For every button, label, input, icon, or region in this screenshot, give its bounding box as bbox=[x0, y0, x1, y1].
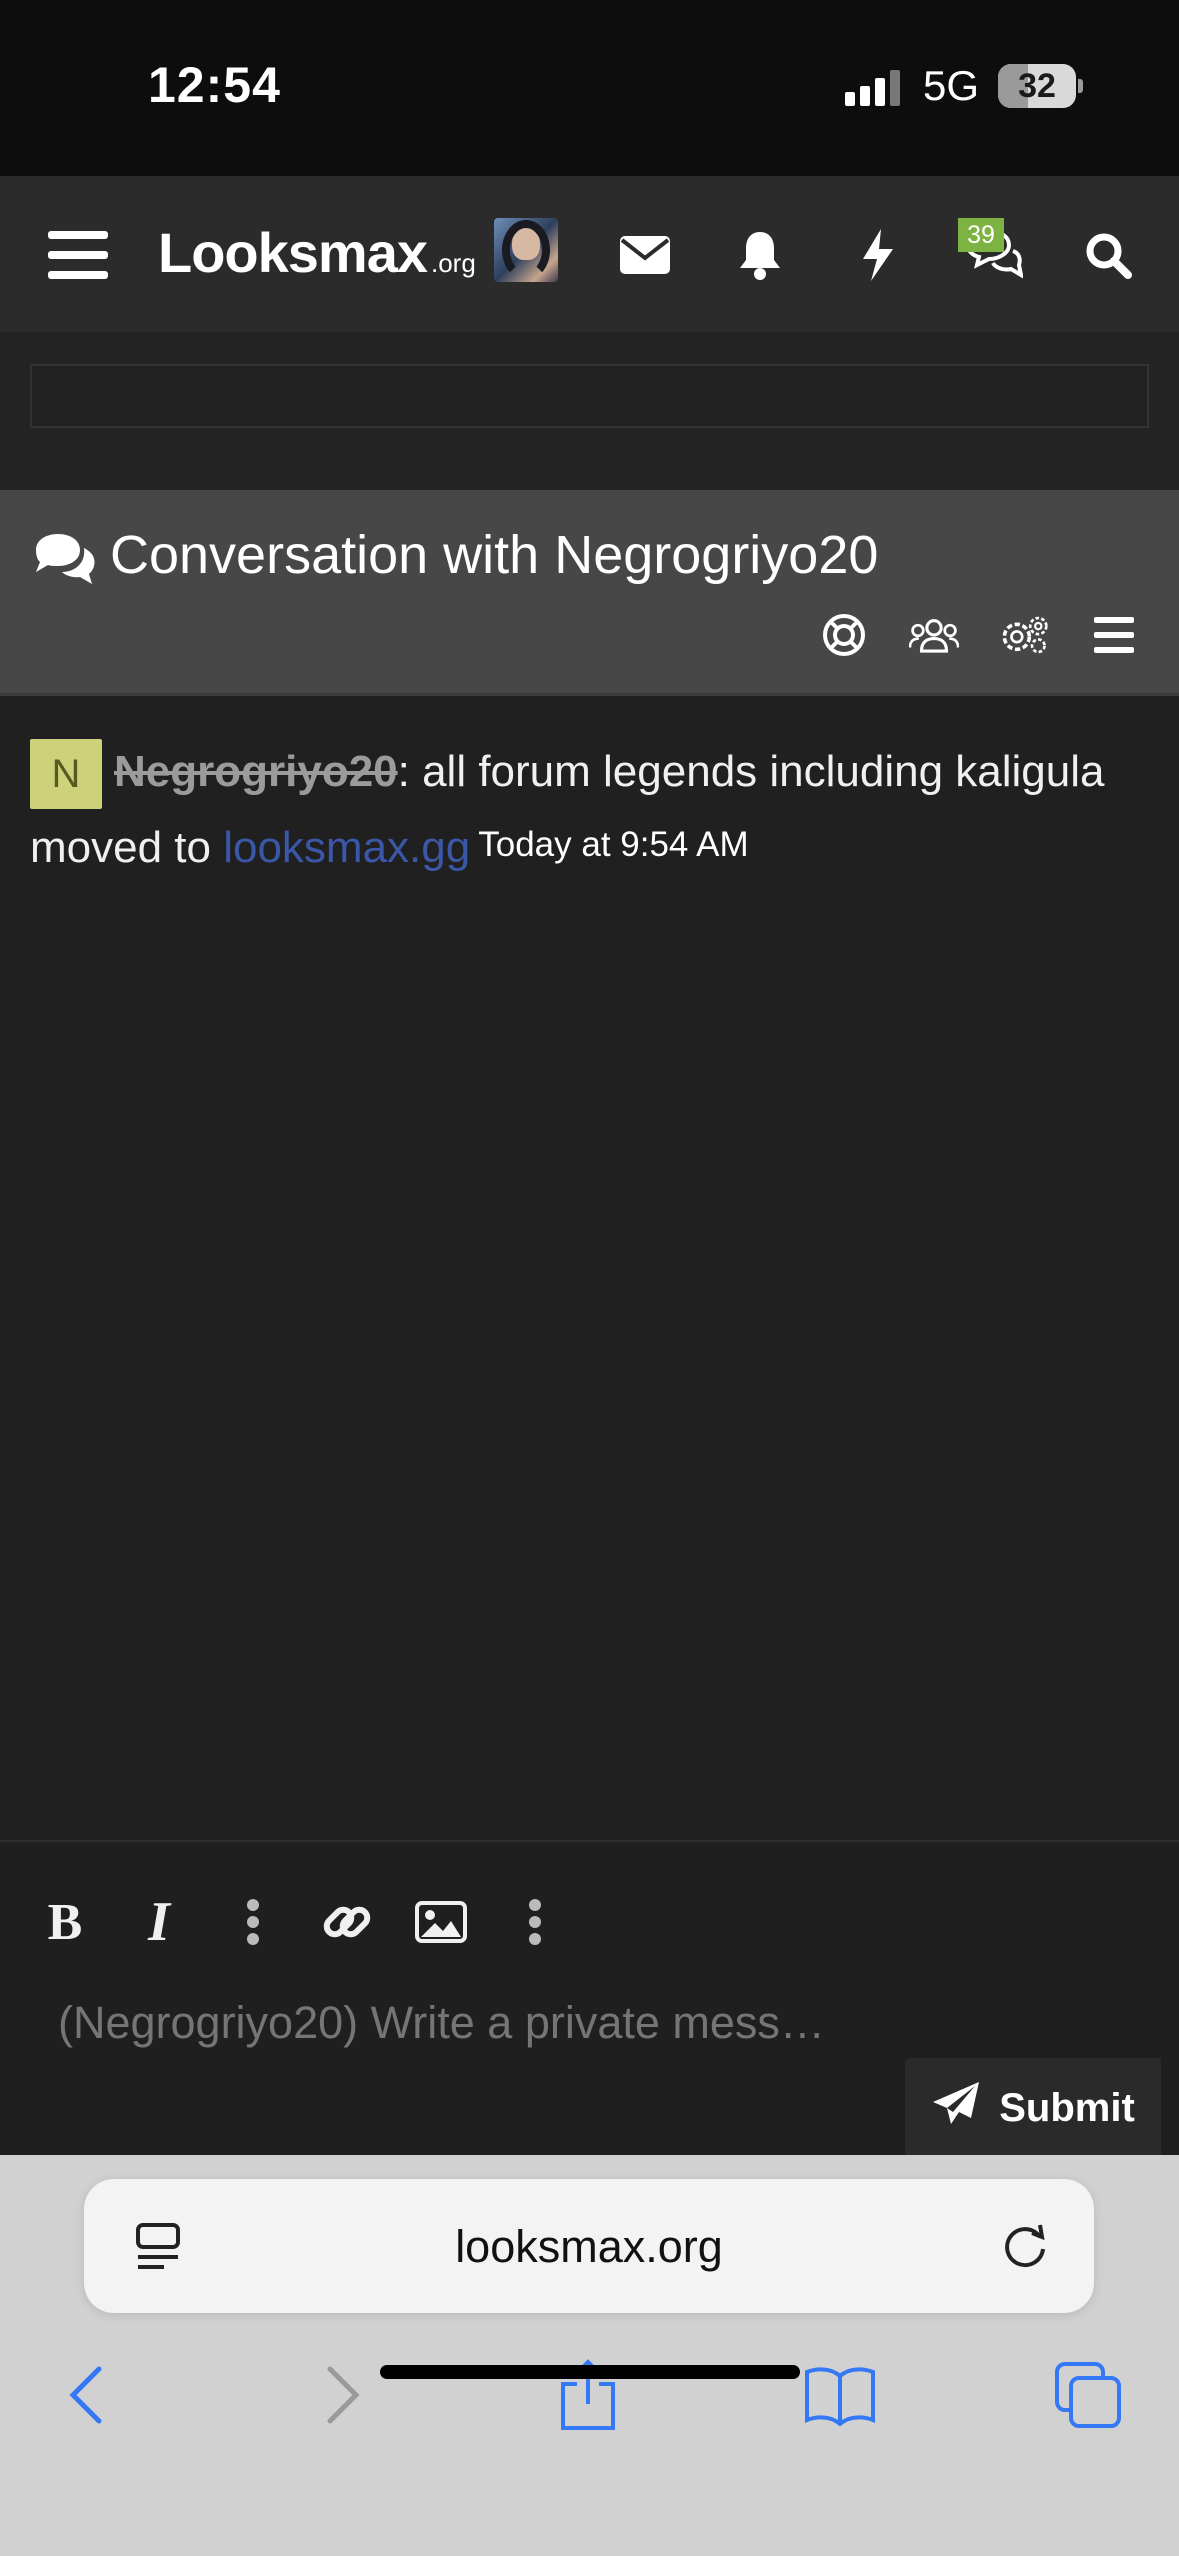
status-time: 12:54 bbox=[148, 57, 281, 113]
site-logo[interactable]: Looksmax .org bbox=[158, 220, 476, 290]
message-editor: B I Submit bbox=[0, 1840, 1179, 2158]
more-insert-options-icon[interactable] bbox=[500, 1887, 570, 1957]
page-title: Conversation with Negrogriyo20 bbox=[110, 525, 879, 585]
back-icon[interactable] bbox=[42, 2350, 132, 2440]
image-icon[interactable] bbox=[406, 1887, 476, 1957]
message-input[interactable] bbox=[58, 1997, 1118, 2049]
search-icon[interactable] bbox=[1075, 176, 1141, 334]
gears-icon[interactable] bbox=[999, 610, 1049, 660]
message-list: N Negrogriyo20: all forum legends includi… bbox=[0, 696, 1179, 1840]
url-text: looksmax.org bbox=[455, 2221, 723, 2272]
notice-area bbox=[0, 334, 1179, 490]
bell-icon[interactable] bbox=[730, 176, 790, 334]
users-icon[interactable] bbox=[909, 610, 959, 660]
address-bar[interactable]: looksmax.org bbox=[84, 2179, 1094, 2313]
message-time: Today at 9:54 AM bbox=[478, 825, 749, 865]
network-type: 5G bbox=[923, 62, 980, 109]
paper-plane-icon bbox=[931, 2080, 981, 2136]
tabs-icon[interactable] bbox=[1043, 2350, 1133, 2440]
link-icon[interactable] bbox=[312, 1887, 382, 1957]
battery-cap bbox=[1078, 79, 1083, 93]
message-avatar[interactable]: N bbox=[30, 739, 102, 810]
message-link[interactable]: looksmax.gg bbox=[223, 823, 470, 872]
chat-icon[interactable] bbox=[955, 176, 1027, 334]
logo-suffix: .org bbox=[431, 248, 476, 278]
bold-button[interactable]: B bbox=[30, 1887, 100, 1957]
signal-icon bbox=[845, 70, 905, 106]
envelope-icon[interactable] bbox=[615, 176, 675, 334]
more-text-options-icon[interactable] bbox=[218, 1887, 288, 1957]
editor-toolbar: B I bbox=[30, 1882, 594, 1962]
list-icon[interactable] bbox=[1089, 610, 1139, 660]
italic-button[interactable]: I bbox=[124, 1887, 194, 1957]
battery-icon: 32 bbox=[998, 64, 1076, 108]
conversation-header: Conversation with Negrogriyo20 bbox=[0, 490, 1179, 696]
reload-icon[interactable] bbox=[998, 2219, 1052, 2273]
message-item: N Negrogriyo20: all forum legends includi… bbox=[30, 736, 1150, 884]
logo-main: Looksmax bbox=[158, 221, 428, 284]
comments-icon bbox=[32, 530, 98, 586]
site-header: Looksmax .org 39 bbox=[0, 176, 1179, 334]
share-icon[interactable] bbox=[543, 2350, 633, 2440]
lifebuoy-icon[interactable] bbox=[819, 610, 869, 660]
bookmarks-icon[interactable] bbox=[795, 2350, 885, 2440]
submit-label: Submit bbox=[999, 2085, 1135, 2130]
browser-toolbar: looksmax.org bbox=[0, 2155, 1179, 2556]
forward-icon[interactable] bbox=[297, 2350, 387, 2440]
bolt-icon[interactable] bbox=[848, 176, 908, 334]
chat-badge: 39 bbox=[958, 218, 1004, 252]
menu-icon[interactable] bbox=[40, 176, 116, 334]
avatar[interactable] bbox=[494, 218, 558, 282]
submit-button[interactable]: Submit bbox=[905, 2058, 1161, 2158]
status-bar: 12:54 5G 32 bbox=[0, 0, 1179, 176]
home-indicator bbox=[380, 2365, 800, 2379]
battery-level: 32 bbox=[1018, 67, 1056, 105]
notice-box bbox=[30, 364, 1149, 428]
conversation-actions bbox=[819, 610, 1139, 660]
message-username[interactable]: Negrogriyo20 bbox=[114, 747, 398, 796]
